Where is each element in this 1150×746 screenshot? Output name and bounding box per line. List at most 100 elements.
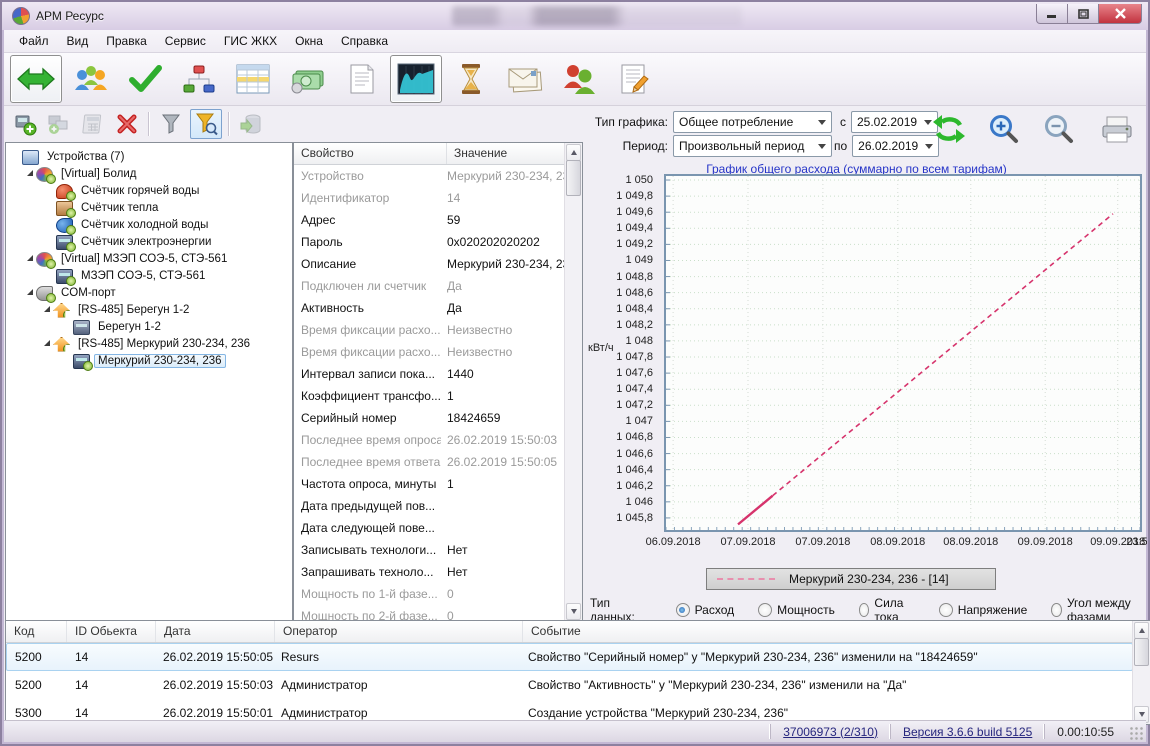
add-group-button[interactable] xyxy=(44,110,74,138)
date-to-field[interactable]: 26.02.2019 xyxy=(852,135,939,157)
tree-item[interactable]: [RS-485] Берегун 1-2 xyxy=(6,302,292,318)
property-row[interactable]: Мощность по 1-й фазе...0 xyxy=(294,583,565,605)
menu-item[interactable]: Файл xyxy=(10,32,58,50)
property-row[interactable]: Последнее время опроса26.02.2019 15:50:0… xyxy=(294,429,565,451)
property-row[interactable]: Идентификатор14 xyxy=(294,187,565,209)
property-row[interactable]: Время фиксации расхо...Неизвестно xyxy=(294,319,565,341)
tree-item[interactable]: Счётчик горячей воды xyxy=(6,183,292,199)
menu-item[interactable]: ГИС ЖКХ xyxy=(215,32,286,50)
data-type-radio[interactable]: Напряжение xyxy=(939,596,1028,620)
log-col-code[interactable]: Код xyxy=(6,621,67,642)
menu-item[interactable]: Правка xyxy=(97,32,156,50)
expand-icon[interactable] xyxy=(27,170,33,176)
property-row[interactable]: Дата следующей пове... xyxy=(294,517,565,539)
expand-icon[interactable] xyxy=(44,306,50,312)
add-device-button[interactable] xyxy=(10,110,40,138)
chart-type-select[interactable]: Общее потребление xyxy=(673,111,832,133)
log-row[interactable]: 52001426.02.2019 15:50:05ResursСвойство … xyxy=(6,643,1133,671)
property-row[interactable]: Мощность по 2-й фазе...0 xyxy=(294,605,565,621)
tree-item[interactable]: [RS-485] Меркурий 230-234, 236 xyxy=(6,336,292,352)
tree-item[interactable]: Берегун 1-2 xyxy=(6,319,292,335)
property-row[interactable]: Серийный номер18424659 xyxy=(294,407,565,429)
tree-item[interactable]: Счётчик электроэнергии xyxy=(6,234,292,250)
export-db-button[interactable] xyxy=(236,110,266,138)
status-version-link[interactable]: Версия 3.6.6 build 5125 xyxy=(903,725,1032,739)
tree-item[interactable]: [Virtual] Болид xyxy=(6,166,292,182)
tree-item[interactable]: Счётчик холодной воды xyxy=(6,217,292,233)
property-row[interactable]: АктивностьДа xyxy=(294,297,565,319)
scheme-button[interactable] xyxy=(174,56,224,102)
print-button[interactable] xyxy=(1095,110,1145,148)
journal-button[interactable] xyxy=(608,56,658,102)
close-button[interactable] xyxy=(1098,4,1142,24)
menu-item[interactable]: Окна xyxy=(286,32,332,50)
log-row[interactable]: 52001426.02.2019 15:50:03АдминистраторСв… xyxy=(6,671,1133,699)
property-row[interactable]: Частота опроса, минуты1 xyxy=(294,473,565,495)
minimize-button[interactable] xyxy=(1036,4,1068,24)
log-col-object-id[interactable]: ID Обьекта xyxy=(67,621,156,642)
scroll-down-arrow[interactable] xyxy=(566,603,581,620)
operators-button[interactable] xyxy=(554,56,604,102)
property-row[interactable]: Пароль0x020202020202 xyxy=(294,231,565,253)
data-type-radio[interactable]: Мощность xyxy=(758,596,835,620)
date-from-field[interactable]: 25.02.2019 xyxy=(851,111,938,133)
properties-scrollbar[interactable] xyxy=(564,143,582,621)
report-button[interactable] xyxy=(336,56,386,102)
log-col-date[interactable]: Дата xyxy=(156,621,275,642)
money-button[interactable] xyxy=(282,56,332,102)
log-col-event[interactable]: Событие xyxy=(523,621,1150,642)
menu-item[interactable]: Вид xyxy=(58,32,98,50)
property-row[interactable]: Последнее время ответа26.02.2019 15:50:0… xyxy=(294,451,565,473)
data-type-radio[interactable]: Расход xyxy=(676,596,735,620)
chart-button[interactable] xyxy=(390,55,442,103)
status-counter-link[interactable]: 37006973 (2/310) xyxy=(783,725,878,739)
menu-item[interactable]: Справка xyxy=(332,32,397,50)
tree-item[interactable]: МЗЭП СОЭ-5, СТЭ-561 xyxy=(6,268,292,284)
property-row[interactable]: Интервал записи пока...1440 xyxy=(294,363,565,385)
mail-button[interactable] xyxy=(500,56,550,102)
property-row[interactable]: Время фиксации расхо...Неизвестно xyxy=(294,341,565,363)
calculator-button[interactable] xyxy=(78,110,108,138)
scrollbar-thumb[interactable] xyxy=(566,160,581,196)
users-button[interactable] xyxy=(66,56,116,102)
scroll-up-arrow[interactable] xyxy=(1134,622,1149,639)
data-type-radio[interactable]: Угол между фазами xyxy=(1051,596,1147,620)
property-row[interactable]: Дата предыдущей пов... xyxy=(294,495,565,517)
property-column-header[interactable]: Свойство xyxy=(294,143,447,164)
property-row[interactable]: Подключен ли счетчикДа xyxy=(294,275,565,297)
tree-item[interactable]: Счётчик тепла xyxy=(6,200,292,216)
expand-icon[interactable] xyxy=(27,255,33,261)
property-row[interactable]: Записывать технологи...Нет xyxy=(294,539,565,561)
property-row[interactable]: Коэффициент трансфо...1 xyxy=(294,385,565,407)
log-col-operator[interactable]: Оператор xyxy=(275,621,523,642)
scrollbar-thumb[interactable] xyxy=(1134,638,1149,666)
tree-item[interactable]: [Virtual] МЗЭП СОЭ-5, СТЭ-561 xyxy=(6,251,292,267)
hourglass-button[interactable] xyxy=(446,56,496,102)
tree-item[interactable]: Устройства (7) xyxy=(6,149,292,165)
checkmark-button[interactable] xyxy=(120,56,170,102)
refresh-button[interactable] xyxy=(930,110,968,148)
maximize-button[interactable] xyxy=(1067,4,1099,24)
data-type-radio[interactable]: Сила тока xyxy=(859,596,915,620)
property-row[interactable]: Запрашивать техноло...Нет xyxy=(294,561,565,583)
filter-search-button[interactable] xyxy=(190,109,222,139)
expand-icon[interactable] xyxy=(27,289,33,295)
resize-grip[interactable] xyxy=(1130,727,1144,741)
zoom-in-button[interactable] xyxy=(985,110,1023,148)
scroll-up-arrow[interactable] xyxy=(566,144,581,161)
property-row[interactable]: УстройствоМеркурий 230-234, 236 xyxy=(294,165,565,187)
zoom-out-button[interactable] xyxy=(1040,110,1078,148)
expand-icon[interactable] xyxy=(44,340,50,346)
delete-button[interactable] xyxy=(112,110,142,138)
tree-item[interactable]: Меркурий 230-234, 236 xyxy=(6,353,292,369)
menu-item[interactable]: Сервис xyxy=(156,32,215,50)
tree-item[interactable]: COM-порт xyxy=(6,285,292,301)
log-scrollbar[interactable] xyxy=(1132,621,1150,724)
period-select[interactable]: Произвольный период xyxy=(673,135,832,157)
sync-arrows-button[interactable] xyxy=(10,55,62,103)
filter-button[interactable] xyxy=(156,110,186,138)
property-row[interactable]: ОписаниеМеркурий 230-234, 236 xyxy=(294,253,565,275)
property-row[interactable]: Адрес59 xyxy=(294,209,565,231)
value-column-header[interactable]: Значение xyxy=(447,143,507,164)
table-button[interactable] xyxy=(228,56,278,102)
